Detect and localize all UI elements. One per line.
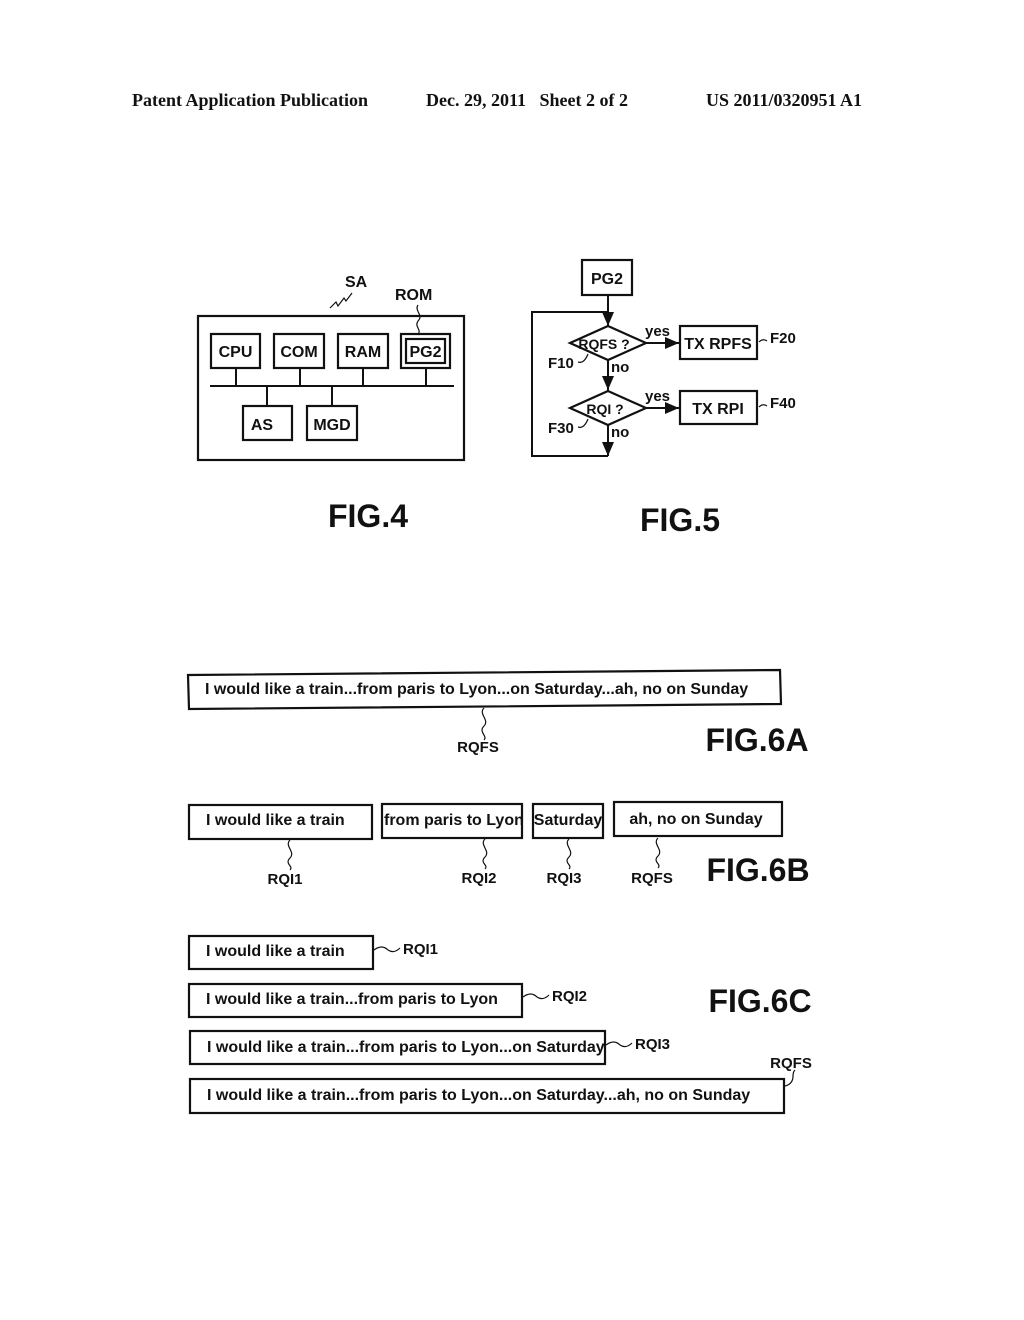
fig6b-segment-3-label: RQI3	[546, 870, 581, 887]
fig5-flowchart: PG2 RQFS ? yes no F10 TX RPFS F20 RQI ? …	[531, 258, 796, 538]
fig6c-row-3-text: I would like a train...from paris to Lyo…	[207, 1039, 605, 1056]
rom-leader	[416, 304, 421, 336]
fig6b-segment-2-text: from paris to Lyon	[384, 812, 524, 829]
decision-rqi-yes: yes	[645, 388, 670, 405]
decision-rqi-label: RQI ?	[586, 401, 623, 417]
fig6a-utterance-text: I would like a train...from paris to Lyo…	[205, 681, 748, 698]
decision-rqi-no: no	[611, 424, 629, 441]
rom-label: ROM	[395, 287, 432, 304]
fig6c-row-3-label: RQI3	[635, 1036, 670, 1053]
fig6b-segment-3-text: Saturday	[534, 812, 603, 829]
fig6b-caption: FIG.6B	[706, 852, 809, 888]
fig6c-row-4-label: RQFS	[770, 1055, 812, 1072]
tx-rpi-label: TX RPI	[692, 401, 744, 418]
tx-rpfs-label: TX RPFS	[684, 336, 752, 353]
sa-label: SA	[345, 274, 368, 291]
fig6a-leader	[481, 707, 487, 741]
fig6c-row-1-text: I would like a train	[206, 943, 345, 960]
fig6a-label: RQFS	[457, 739, 499, 756]
mgd-label: MGD	[313, 417, 350, 434]
f30-leader	[577, 418, 589, 428]
fig6b: I would like a train RQI1 from paris to …	[187, 800, 810, 888]
decision-rqfs-label: RQFS ?	[578, 336, 629, 352]
cpu-label: CPU	[219, 344, 253, 361]
patent-drawing-sheet: SA ROM CPU COM RAM PG2 AS MGD FIG.4 PG2	[186, 258, 812, 1115]
decision-rqfs-no: no	[611, 359, 629, 376]
fig6b-segment-4-label: RQFS	[631, 870, 673, 887]
f20-leader	[758, 339, 768, 343]
fig6b-segment-1-label: RQI1	[267, 871, 302, 888]
fig6a-caption: FIG.6A	[705, 722, 808, 758]
fig6b-segment-1-text: I would like a train	[206, 812, 345, 829]
fig6c-row-1-label: RQI1	[403, 941, 438, 958]
fig6c: I would like a train RQI1 I would like a…	[187, 934, 812, 1115]
fig6c-caption: FIG.6C	[708, 983, 811, 1019]
f40-ref: F40	[770, 395, 796, 412]
pg2-label: PG2	[409, 344, 441, 361]
f40-leader	[758, 404, 768, 408]
as-label: AS	[251, 417, 274, 434]
fig6a: I would like a train...from paris to Lyo…	[186, 668, 809, 758]
com-label: COM	[280, 344, 317, 361]
sa-leader	[329, 292, 353, 309]
fig4-block-diagram: SA ROM CPU COM RAM PG2 AS MGD FIG.4	[196, 274, 466, 534]
f10-leader	[577, 353, 589, 363]
fig6b-segment-2-label: RQI2	[461, 870, 496, 887]
pg2-start-label: PG2	[591, 271, 623, 288]
f30-ref: F30	[548, 420, 574, 437]
fig6c-row-4-text: I would like a train...from paris to Lyo…	[207, 1087, 750, 1104]
fig6c-row-2-text: I would like a train...from paris to Lyo…	[206, 991, 498, 1008]
fig6c-row-2-label: RQI2	[552, 988, 587, 1005]
f20-ref: F20	[770, 330, 796, 347]
fig5-caption: FIG.5	[640, 502, 720, 538]
fig6b-segment-4-text: ah, no on Sunday	[629, 811, 762, 828]
fig4-caption: FIG.4	[328, 498, 408, 534]
decision-rqfs-yes: yes	[645, 323, 670, 340]
ram-label: RAM	[345, 344, 381, 361]
f10-ref: F10	[548, 355, 574, 372]
